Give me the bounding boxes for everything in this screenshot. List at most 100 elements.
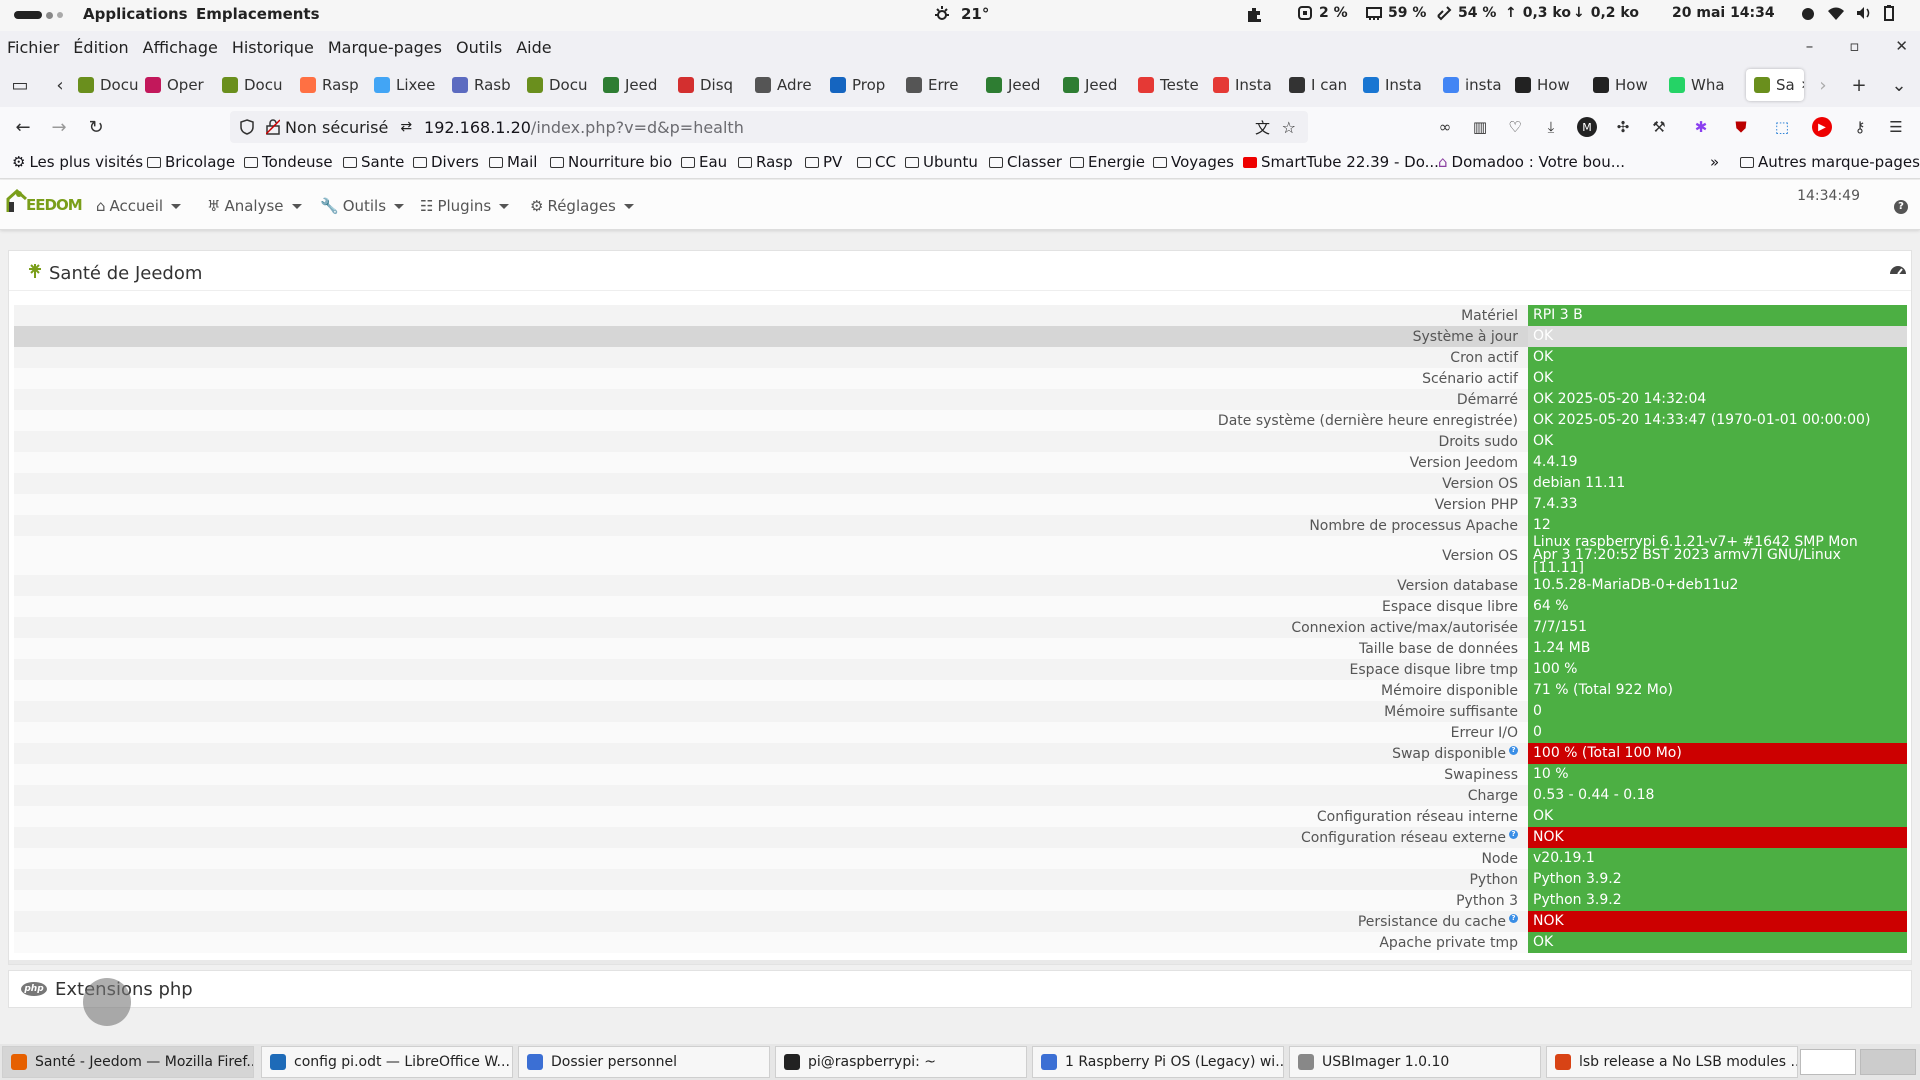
url-text[interactable]: 192.168.1.20/index.php?v=d&p=health [424, 118, 744, 137]
menu-edition[interactable]: Édition [73, 38, 128, 57]
places-menu[interactable]: Emplacements [196, 5, 320, 23]
workspace-2[interactable] [1860, 1049, 1916, 1075]
permissions-icon[interactable]: ⇄ [400, 119, 412, 135]
applications-menu[interactable]: Applications [83, 5, 188, 23]
help-question-icon[interactable]: ? [1509, 745, 1518, 755]
jeedom-logo[interactable]: EEDOM [6, 188, 83, 214]
tab[interactable]: Insta [1363, 69, 1425, 101]
insecure-lock-icon[interactable] [266, 119, 280, 135]
extensions-puzzle-icon[interactable] [1245, 5, 1263, 23]
tab[interactable]: Jeed [603, 69, 665, 101]
taskbar-window-button[interactable]: config pi.odt — LibreOffice W... [261, 1046, 513, 1078]
workspace-1[interactable] [1800, 1049, 1856, 1075]
tab[interactable]: Jeed [986, 69, 1048, 101]
bookmark-item[interactable]: Voyages [1153, 153, 1234, 171]
reload-icon[interactable]: ↻ [84, 115, 108, 139]
help-question-icon[interactable]: ? [1509, 913, 1518, 923]
tab[interactable]: Rasb [452, 69, 514, 101]
cpu-indicator[interactable]: 2 % [1297, 5, 1348, 21]
purple-extension-icon[interactable]: ✱ [1691, 117, 1711, 137]
badge-extension-icon[interactable]: ⬚ [1772, 117, 1792, 137]
tab[interactable]: Lixee [374, 69, 436, 101]
net-down-indicator[interactable]: ↓ 0,2 ko [1573, 5, 1639, 21]
hamburger-menu-icon[interactable]: ☰ [1886, 117, 1906, 137]
tab[interactable]: Oper [145, 69, 207, 101]
taskbar-window-button[interactable]: USBImager 1.0.10 [1289, 1046, 1541, 1078]
key-icon[interactable]: ⚷ [1850, 117, 1870, 137]
scroll-tabs-left-icon[interactable]: ‹ [48, 73, 72, 97]
dashboard-gauge-icon[interactable] [1889, 261, 1907, 279]
bookmark-item[interactable]: Sante [343, 153, 404, 171]
bookmark-item[interactable]: CC [857, 153, 896, 171]
menu-outils[interactable]: Outils [456, 38, 502, 57]
translate-icon[interactable]: 文 [1255, 117, 1270, 138]
menu-affichage[interactable]: Affichage [143, 38, 218, 57]
bookmark-item[interactable]: Mail [489, 153, 537, 171]
tool-extension-icon[interactable]: ⚒ [1649, 117, 1669, 137]
tab[interactable]: How [1515, 69, 1577, 101]
menu-outils[interactable]: 🔧 Outils [320, 197, 405, 215]
tab[interactable]: Teste [1138, 69, 1200, 101]
weather-indicator[interactable]: 21° [933, 5, 989, 23]
tab[interactable]: Jeed [1063, 69, 1125, 101]
help-question-icon[interactable]: ? [1509, 829, 1518, 839]
shield-icon[interactable] [240, 119, 254, 135]
menu-historique[interactable]: Historique [232, 38, 314, 57]
forward-icon[interactable]: → [47, 115, 71, 139]
tab-list-icon[interactable]: ▭ [8, 73, 32, 97]
menu-marque-pages[interactable]: Marque-pages [328, 38, 442, 57]
record-icon[interactable]: ▶ [1812, 117, 1832, 137]
url-bar[interactable]: Non sécurisé ⇄ 192.168.1.20/index.php?v=… [230, 111, 1308, 143]
tab[interactable]: Prop [830, 69, 892, 101]
close-window-icon[interactable]: ✕ [1895, 37, 1908, 55]
bookmark-item[interactable]: PV [805, 153, 842, 171]
taskbar-window-button[interactable]: lsb release a No LSB modules ... [1546, 1046, 1798, 1078]
bookmark-other[interactable]: Autres marque-pages [1740, 153, 1920, 171]
taskbar-window-button[interactable]: 1 Raspberry Pi OS (Legacy) wi... [1032, 1046, 1284, 1078]
net-up-indicator[interactable]: ↑ 0,3 ko [1505, 5, 1571, 21]
clock[interactable]: 20 mai 14:34 [1672, 5, 1775, 21]
menu-plugins[interactable]: ☷ Plugins [420, 197, 510, 215]
tab-active[interactable]: Sa ✕ [1746, 69, 1804, 101]
maximize-icon[interactable]: ▫ [1849, 37, 1859, 55]
activities-indicator[interactable] [14, 11, 63, 19]
bookmark-item[interactable]: Energie [1070, 153, 1145, 171]
taskbar-window-button[interactable]: Santé - Jeedom — Mozilla Firef... [2, 1046, 254, 1078]
tab[interactable]: Wha [1669, 69, 1731, 101]
bookmark-item[interactable]: Divers [413, 153, 479, 171]
bookmark-item[interactable]: Rasp [738, 153, 793, 171]
bookmark-item[interactable]: Bricolage [147, 153, 235, 171]
bookmark-item[interactable]: Eau [681, 153, 727, 171]
ublock-icon[interactable]: ⛊ [1731, 117, 1751, 137]
m-extension-icon[interactable]: M [1577, 117, 1597, 137]
tab[interactable]: Disq [678, 69, 740, 101]
scroll-tabs-right-icon[interactable]: › [1811, 73, 1835, 97]
tab[interactable]: Rasp [300, 69, 362, 101]
menu-analyse[interactable]: ♅ Analyse [207, 197, 302, 215]
menu-aide[interactable]: Aide [516, 38, 551, 57]
downloads-icon[interactable]: ⤓ [1541, 117, 1561, 137]
help-icon[interactable]: ? [1894, 200, 1908, 214]
new-tab-icon[interactable]: + [1847, 73, 1871, 97]
extensions-icon[interactable]: ✣ [1613, 117, 1633, 137]
tab[interactable]: Docu [527, 69, 589, 101]
bookmark-item[interactable]: ⌂ Domadoo : Votre bou... [1438, 153, 1625, 171]
bookmark-star-icon[interactable]: ☆ [1282, 118, 1296, 137]
tab[interactable]: How [1593, 69, 1655, 101]
bookmark-item[interactable]: ⚙ Les plus visités [12, 153, 143, 171]
minimize-icon[interactable]: – [1806, 37, 1814, 55]
tab[interactable]: I can [1289, 69, 1351, 101]
system-tray[interactable] [1800, 5, 1894, 21]
bookmark-item[interactable]: Ubuntu [905, 153, 978, 171]
close-tab-icon[interactable]: ✕ [1801, 78, 1804, 92]
memory-indicator[interactable]: 59 % [1366, 5, 1426, 21]
reader-glasses-icon[interactable]: ∞ [1435, 117, 1455, 137]
tab[interactable]: Insta [1213, 69, 1275, 101]
tab[interactable]: Erre [906, 69, 968, 101]
menu-fichier[interactable]: Fichier [7, 38, 59, 57]
menu-reglages[interactable]: ⚙ Réglages [530, 197, 634, 215]
bookmark-item[interactable]: SmartTube 22.39 - Do... [1243, 153, 1439, 171]
security-label[interactable]: Non sécurisé [285, 118, 388, 137]
taskbar-window-button[interactable]: Dossier personnel [518, 1046, 770, 1078]
list-all-tabs-icon[interactable]: ⌄ [1887, 73, 1911, 97]
